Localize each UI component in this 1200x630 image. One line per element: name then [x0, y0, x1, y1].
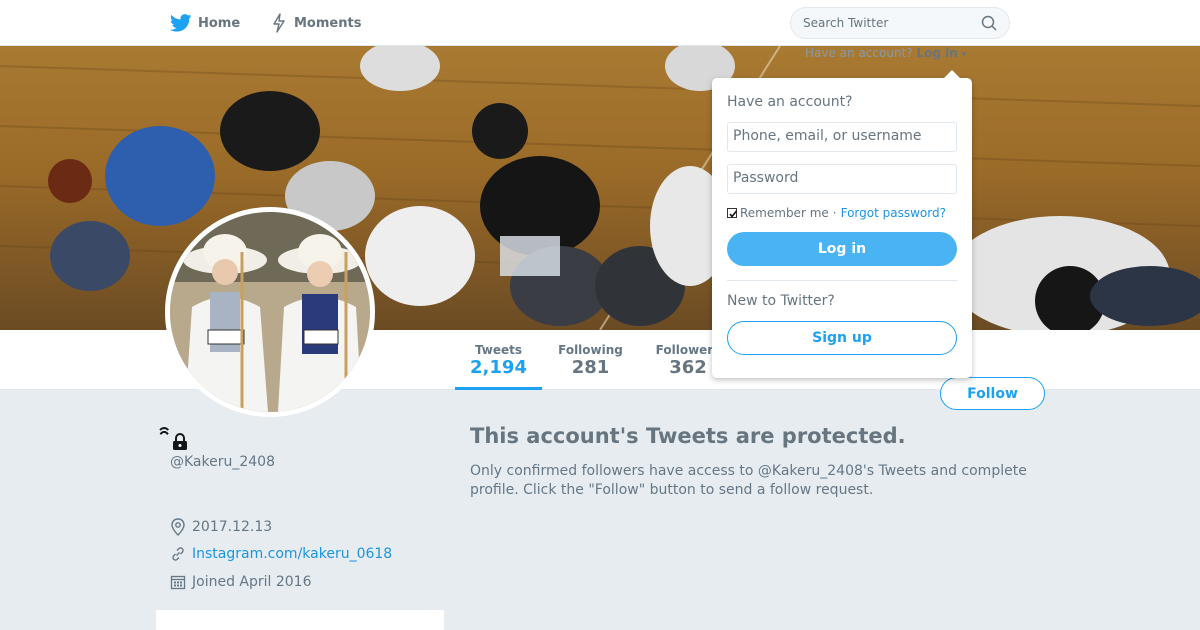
twitter-bird-icon: [170, 14, 192, 32]
search-input[interactable]: Search Twitter: [790, 7, 1010, 39]
dropdown-title: Have an account?: [727, 94, 853, 110]
profile-url[interactable]: Instagram.com/kakeru_0618: [170, 546, 392, 562]
remember-checkbox[interactable]: [727, 208, 738, 218]
stat-tweets[interactable]: Tweets 2,194: [455, 330, 542, 390]
remember-separator: ·: [832, 206, 837, 220]
profile-joined: Joined April 2016: [170, 574, 312, 590]
new-to-twitter-text: New to Twitter?: [727, 293, 835, 309]
search-placeholder: Search Twitter: [803, 16, 889, 30]
dropdown-caret: [944, 70, 960, 78]
moments-lightning-icon: [273, 13, 285, 33]
nav-home[interactable]: Home: [170, 0, 240, 46]
username-field[interactable]: Phone, email, or username: [727, 122, 957, 152]
signup-button[interactable]: Sign up: [727, 321, 957, 355]
sidebar-card: [156, 610, 444, 630]
calendar-icon: [170, 575, 186, 590]
protected-description: Only confirmed followers have access to …: [470, 463, 1027, 498]
stat-following-value: 281: [571, 357, 610, 378]
caret-down-icon: ▾: [961, 50, 967, 60]
remember-label[interactable]: Remember me: [740, 206, 829, 220]
joined-text: Joined April 2016: [192, 574, 312, 590]
stat-tweets-label: Tweets: [474, 343, 523, 357]
nav-moments[interactable]: Moments: [270, 0, 361, 46]
profile-display-name: ꩰꩰ: [170, 426, 188, 457]
stat-tweets-value: 2,194: [470, 357, 527, 378]
remember-row: Remember me · Forgot password?: [727, 206, 957, 220]
location-pin-icon: [171, 518, 185, 536]
dropdown-divider: [727, 280, 957, 281]
nav-home-label: Home: [198, 15, 241, 31]
location-text: 2017.12.13: [192, 519, 273, 535]
have-account-login-link[interactable]: Have an account? Log in ▾: [805, 46, 966, 60]
avatar[interactable]: [165, 207, 375, 417]
profile-url-link[interactable]: Instagram.com/kakeru_0618: [192, 546, 392, 562]
forgot-password-link[interactable]: Forgot password?: [841, 206, 946, 220]
password-field[interactable]: Password: [727, 164, 957, 194]
login-dropdown: Have an account? Phone, email, or userna…: [712, 70, 972, 378]
stat-following-label: Following: [558, 343, 623, 357]
checkmark-icon: [729, 210, 738, 218]
search-icon[interactable]: [981, 15, 997, 31]
top-navigation-bar: Home Moments Search Twitter: [0, 0, 1200, 46]
profile-handle[interactable]: @Kakeru_2408: [170, 454, 275, 470]
link-icon: [172, 547, 184, 561]
follow-button[interactable]: Follow: [940, 377, 1045, 410]
protected-title: This account's Tweets are protected.: [470, 424, 906, 448]
nav-moments-label: Moments: [294, 15, 362, 31]
login-link-label[interactable]: Log in: [916, 46, 957, 60]
profile-location: 2017.12.13: [170, 518, 272, 536]
lock-icon: [173, 432, 187, 450]
stat-following[interactable]: Following 281: [552, 330, 629, 390]
login-button[interactable]: Log in: [727, 232, 957, 266]
have-account-text: Have an account?: [805, 46, 913, 60]
